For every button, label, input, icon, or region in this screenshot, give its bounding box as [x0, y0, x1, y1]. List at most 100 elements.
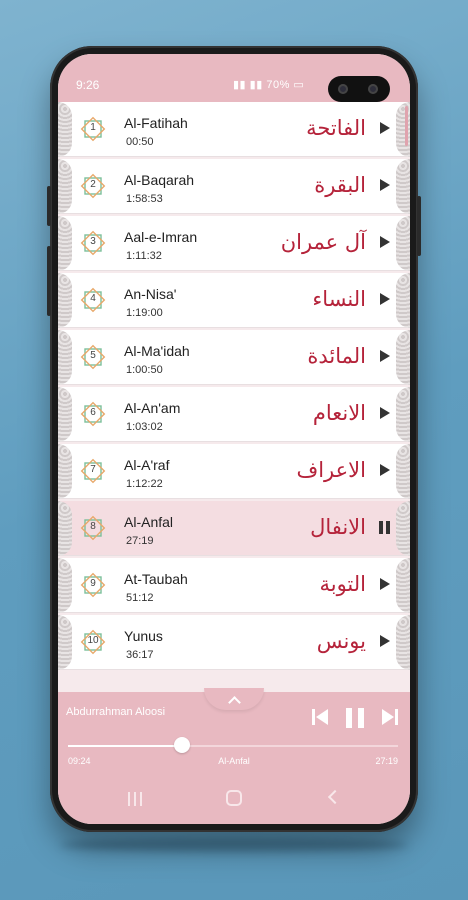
lace-border: [396, 558, 410, 613]
lace-border: [396, 273, 410, 328]
surah-duration: 27:19: [126, 535, 154, 547]
surah-name-arabic: البقرة: [314, 173, 366, 197]
surah-number-badge: 6: [78, 399, 108, 429]
surah-name-english: Al-Ma'idah: [124, 343, 190, 359]
surah-row[interactable]: 7 Al-A'raf 1:12:22 الاعراف: [58, 444, 410, 499]
recent-apps-icon[interactable]: [128, 792, 142, 806]
total-time: 27:19: [375, 756, 398, 766]
surah-number-badge: 10: [78, 627, 108, 657]
lace-border: [58, 444, 72, 499]
system-nav-bar: [58, 774, 410, 824]
phone-frame: 9:26 ▮▮ ▮▮ 70% ▭ 10 Yunus 36:17 يونس 9 At-Tau…: [47, 46, 421, 832]
surah-row[interactable]: 9 At-Taubah 51:12 التوبة: [58, 558, 410, 613]
surah-number-badge: 3: [78, 228, 108, 258]
surah-number: 4: [90, 293, 96, 304]
previous-icon[interactable]: [312, 708, 330, 726]
surah-name-english: Al-An'am: [124, 400, 181, 416]
pause-icon[interactable]: [379, 521, 390, 534]
surah-number-badge: 8: [78, 513, 108, 543]
lace-border: [396, 159, 410, 214]
home-icon[interactable]: [226, 790, 242, 806]
lace-border: [396, 216, 410, 271]
surah-number-badge: 4: [78, 285, 108, 315]
track-title: Al-Anfal: [218, 756, 250, 766]
pause-icon[interactable]: [346, 708, 364, 728]
next-icon[interactable]: [380, 708, 398, 726]
surah-number: 8: [90, 521, 96, 532]
surah-number: 6: [90, 407, 96, 418]
surah-number: 7: [90, 464, 96, 475]
lace-border: [58, 273, 72, 328]
power-button: [417, 196, 421, 256]
seek-bar-fill: [68, 745, 182, 747]
surah-duration: 36:17: [126, 649, 154, 661]
surah-row[interactable]: 6 Al-An'am 1:03:02 الانعام: [58, 387, 410, 442]
surah-name-english: Al-Anfal: [124, 514, 174, 530]
now-playing-bar: Abdurrahman Aloosi 09:24 Al-Anfal 27:19: [58, 688, 410, 774]
surah-name-arabic: المائدة: [307, 344, 366, 368]
surah-duration: 1:12:22: [126, 478, 163, 490]
surah-row[interactable]: 1 Al-Fatihah 00:50 الفاتحة: [58, 102, 410, 157]
scrollbar[interactable]: [405, 106, 408, 146]
lace-border: [58, 558, 72, 613]
surah-number: 3: [90, 236, 96, 247]
lace-border: [58, 330, 72, 385]
surah-duration: 1:11:32: [126, 250, 162, 262]
play-icon[interactable]: [380, 236, 390, 248]
volume-button: [47, 186, 51, 226]
surah-list[interactable]: 10 Yunus 36:17 يونس 9 At-Taubah 51:12 التوبة 8 Al…: [58, 102, 410, 692]
surah-number-badge: 9: [78, 570, 108, 600]
surah-row[interactable]: 3 Aal-e-Imran 1:11:32 آل عمران: [58, 216, 410, 271]
surah-number: 5: [90, 350, 96, 361]
surah-number-badge: 7: [78, 456, 108, 486]
surah-name-arabic: الانعام: [312, 401, 366, 425]
lace-border: [58, 102, 72, 157]
lace-border: [396, 501, 410, 556]
surah-row[interactable]: 2 Al-Baqarah 1:58:53 البقرة: [58, 159, 410, 214]
play-icon[interactable]: [380, 578, 390, 590]
lace-border: [396, 330, 410, 385]
front-camera: [328, 76, 390, 102]
surah-row[interactable]: 8 Al-Anfal 27:19 الانفال: [58, 501, 410, 556]
surah-row[interactable]: 5 Al-Ma'idah 1:00:50 المائدة: [58, 330, 410, 385]
play-icon[interactable]: [380, 122, 390, 134]
surah-row[interactable]: 10 Yunus 36:17 يونس: [58, 615, 410, 670]
play-icon[interactable]: [380, 407, 390, 419]
seek-thumb[interactable]: [173, 737, 190, 753]
screen: 9:26 ▮▮ ▮▮ 70% ▭ 10 Yunus 36:17 يونس 9 At-Tau…: [58, 54, 410, 824]
play-icon[interactable]: [380, 464, 390, 476]
surah-name-arabic: الانفال: [310, 515, 366, 539]
surah-duration: 1:19:00: [126, 307, 163, 319]
surah-number-badge: 1: [78, 114, 108, 144]
play-icon[interactable]: [380, 293, 390, 305]
battery-level: ▮▮ ▮▮ 70% ▭: [233, 79, 305, 91]
play-icon[interactable]: [380, 350, 390, 362]
play-icon[interactable]: [380, 179, 390, 191]
surah-name-english: Yunus: [124, 628, 163, 644]
surah-name-arabic: الاعراف: [296, 458, 366, 482]
surah-number: 1: [90, 122, 96, 133]
reciter-name: Abdurrahman Aloosi: [66, 706, 166, 718]
surah-duration: 1:03:02: [126, 421, 163, 433]
surah-name-english: An-Nisa': [124, 286, 177, 302]
lace-border: [58, 501, 72, 556]
surah-row[interactable]: 4 An-Nisa' 1:19:00 النساء: [58, 273, 410, 328]
surah-name-arabic: آل عمران: [280, 230, 366, 254]
back-icon[interactable]: [327, 789, 343, 805]
surah-name-arabic: النساء: [312, 287, 366, 311]
lace-border: [58, 615, 72, 670]
surah-duration: 1:00:50: [126, 364, 163, 376]
lace-border: [396, 387, 410, 442]
surah-number: 2: [90, 179, 96, 190]
seek-bar[interactable]: [68, 745, 398, 747]
surah-name-arabic: يونس: [316, 629, 366, 653]
surah-duration: 51:12: [126, 592, 154, 604]
surah-name-arabic: التوبة: [319, 572, 366, 596]
surah-number-badge: 5: [78, 342, 108, 372]
lace-border: [58, 387, 72, 442]
surah-name-english: Al-A'raf: [124, 457, 170, 473]
lace-border: [58, 216, 72, 271]
surah-name-english: Al-Baqarah: [124, 172, 195, 188]
play-icon[interactable]: [380, 635, 390, 647]
surah-name-english: At-Taubah: [124, 571, 188, 587]
